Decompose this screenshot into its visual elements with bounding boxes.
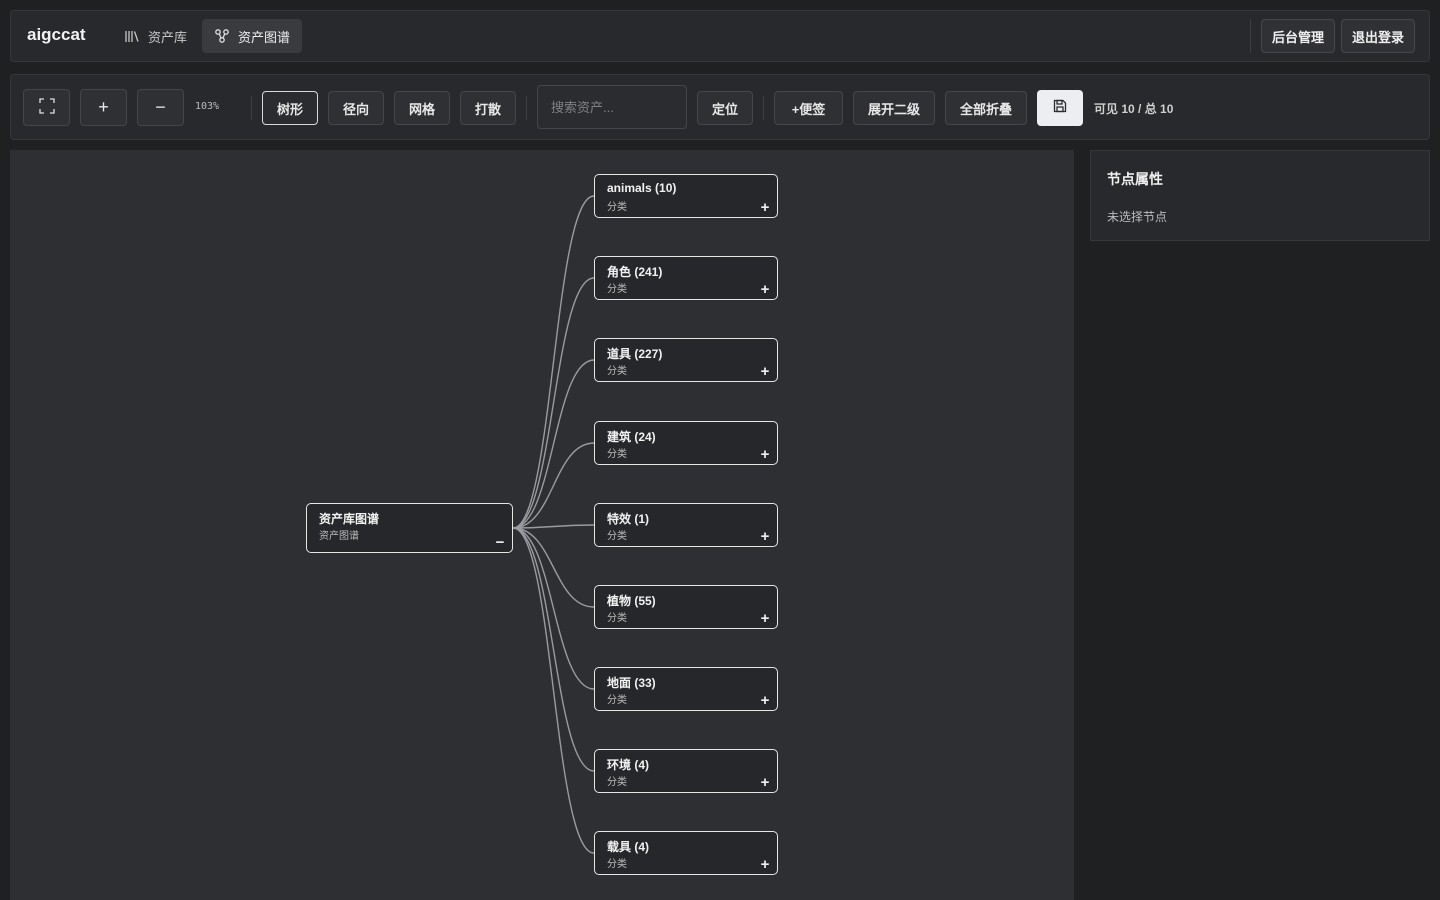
expand-toggle[interactable]: + bbox=[758, 364, 772, 379]
layout-radial-button[interactable]: 径向 bbox=[328, 91, 384, 125]
graph-icon bbox=[214, 28, 230, 44]
category-node[interactable]: 地面 (33) 分类 + bbox=[594, 667, 778, 711]
node-subtitle: 资产图谱 bbox=[319, 531, 359, 542]
node-subtitle: 分类 bbox=[607, 202, 627, 213]
brand-logo[interactable]: aigccat bbox=[27, 25, 86, 45]
nav-divider bbox=[1250, 19, 1251, 53]
node-title: 地面 (33) bbox=[607, 676, 656, 690]
layout-grid-button[interactable]: 网格 bbox=[394, 91, 450, 125]
fit-screen-icon bbox=[38, 98, 55, 117]
layout-scatter-button[interactable]: 打散 bbox=[460, 91, 516, 125]
category-node[interactable]: 环境 (4) 分类 + bbox=[594, 749, 778, 793]
expand-toggle[interactable]: + bbox=[758, 611, 772, 626]
nav-asset-graph-label: 资产图谱 bbox=[238, 29, 291, 45]
collapse-toggle[interactable]: − bbox=[493, 535, 507, 550]
graph-edge bbox=[512, 359, 595, 529]
category-node[interactable]: 植物 (55) 分类 + bbox=[594, 585, 778, 629]
toolbar-divider bbox=[251, 96, 252, 120]
node-subtitle: 分类 bbox=[607, 284, 627, 295]
locate-button[interactable]: 定位 bbox=[697, 91, 753, 125]
node-title: 植物 (55) bbox=[607, 594, 656, 608]
node-title: 角色 (241) bbox=[607, 265, 663, 279]
node-title: 道具 (227) bbox=[607, 347, 663, 361]
expand-toggle[interactable]: + bbox=[758, 693, 772, 708]
expand-toggle[interactable]: + bbox=[758, 775, 772, 790]
graph-edge bbox=[512, 527, 595, 772]
nav-asset-library-label: 资产库 bbox=[148, 29, 188, 45]
nav-asset-graph[interactable]: 资产图谱 bbox=[202, 19, 303, 53]
node-properties-panel: 节点属性 未选择节点 bbox=[1090, 150, 1430, 241]
node-title: 建筑 (24) bbox=[607, 430, 656, 444]
node-subtitle: 分类 bbox=[607, 613, 627, 624]
nav-asset-library[interactable]: 资产库 bbox=[112, 19, 199, 53]
panel-title: 节点属性 bbox=[1107, 171, 1163, 187]
node-title: 环境 (4) bbox=[607, 758, 650, 772]
save-icon bbox=[1053, 99, 1067, 118]
node-title: 资产库图谱 bbox=[319, 512, 380, 526]
node-subtitle: 分类 bbox=[607, 449, 627, 460]
graph-edge bbox=[512, 195, 595, 529]
toolbar-divider bbox=[763, 96, 764, 120]
node-title: 载具 (4) bbox=[607, 840, 650, 854]
graph-edge bbox=[512, 527, 595, 690]
panel-empty-text: 未选择节点 bbox=[1107, 210, 1168, 224]
node-subtitle: 分类 bbox=[607, 859, 627, 870]
category-node[interactable]: 道具 (227) 分类 + bbox=[594, 338, 778, 382]
add-note-button[interactable]: +便签 bbox=[774, 91, 843, 125]
expand-toggle[interactable]: + bbox=[758, 447, 772, 462]
expand-toggle[interactable]: + bbox=[758, 282, 772, 297]
zoom-out-button[interactable]: − bbox=[137, 89, 184, 126]
logout-button[interactable]: 退出登录 bbox=[1341, 19, 1416, 53]
library-icon bbox=[124, 28, 140, 44]
category-node[interactable]: 特效 (1) 分类 + bbox=[594, 503, 778, 547]
graph-canvas[interactable]: 资产库图谱 资产图谱 − animals (10) 分类 + 角色 (241) … bbox=[10, 150, 1074, 900]
search-input[interactable] bbox=[537, 85, 687, 129]
top-navbar: aigccat 资产库 资产图谱 后台管理 退出登录 bbox=[10, 10, 1430, 62]
root-node[interactable]: 资产库图谱 资产图谱 − bbox=[306, 503, 513, 553]
node-subtitle: 分类 bbox=[607, 695, 627, 706]
node-subtitle: 分类 bbox=[607, 366, 627, 377]
expand-level-two-button[interactable]: 展开二级 bbox=[853, 91, 935, 125]
category-node[interactable]: 建筑 (24) 分类 + bbox=[594, 421, 778, 465]
category-node[interactable]: animals (10) 分类 + bbox=[594, 174, 778, 218]
save-button[interactable] bbox=[1037, 90, 1083, 126]
expand-toggle[interactable]: + bbox=[758, 529, 772, 544]
node-subtitle: 分类 bbox=[607, 531, 627, 542]
zoom-level: 103% bbox=[195, 101, 220, 112]
graph-toolbar: + − 103% 树形 径向 网格 打散 定位 +便签 展开二级 全部折叠 可见… bbox=[10, 74, 1430, 140]
zoom-in-button[interactable]: + bbox=[80, 89, 127, 126]
graph-edge bbox=[512, 527, 595, 854]
expand-toggle[interactable]: + bbox=[758, 857, 772, 872]
visible-count: 可见 10 / 总 10 bbox=[1094, 102, 1174, 116]
node-title: 特效 (1) bbox=[607, 512, 650, 526]
expand-toggle[interactable]: + bbox=[758, 200, 772, 215]
layout-tree-button[interactable]: 树形 bbox=[262, 91, 318, 125]
category-node[interactable]: 载具 (4) 分类 + bbox=[594, 831, 778, 875]
fit-screen-button[interactable] bbox=[23, 89, 70, 126]
admin-button[interactable]: 后台管理 bbox=[1261, 19, 1336, 53]
node-subtitle: 分类 bbox=[607, 777, 627, 788]
graph-edge bbox=[512, 277, 595, 529]
toolbar-divider bbox=[526, 96, 527, 120]
node-title: animals (10) bbox=[607, 181, 677, 195]
collapse-all-button[interactable]: 全部折叠 bbox=[945, 91, 1027, 125]
category-node[interactable]: 角色 (241) 分类 + bbox=[594, 256, 778, 300]
graph-edges bbox=[512, 195, 595, 854]
